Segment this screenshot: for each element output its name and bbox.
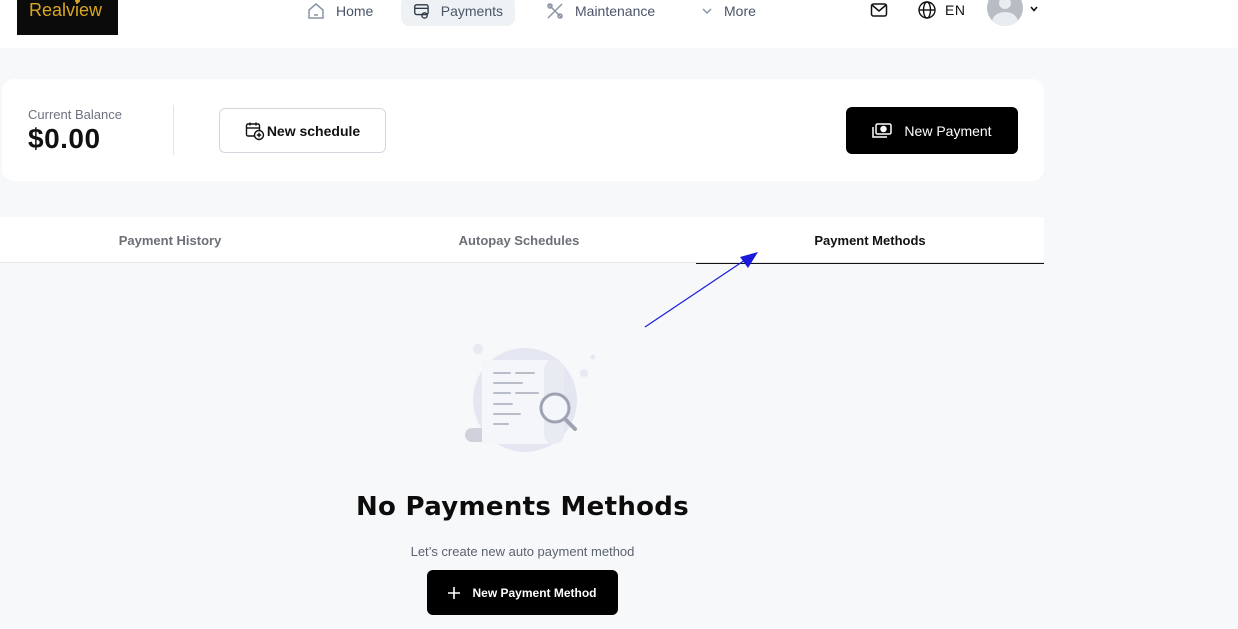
cash-icon (872, 122, 893, 138)
nav-item-more[interactable]: More (700, 0, 756, 26)
chevron-down-icon (702, 8, 712, 15)
nav-item-home[interactable]: Home (306, 0, 373, 26)
new-schedule-button[interactable]: New schedule (219, 108, 386, 153)
avatar-body (992, 12, 1018, 26)
new-payment-label: New Payment (904, 122, 992, 139)
new-payment-method-button[interactable]: New Payment Method (427, 570, 618, 615)
new-schedule-label: New schedule (266, 122, 361, 139)
calendar-add-icon (245, 122, 265, 140)
tab-payment-history[interactable]: Payment History (0, 217, 340, 263)
empty-state-subtitle: Let’s create new auto payment method (410, 544, 635, 559)
brand-logo[interactable]: Realview (17, 0, 118, 35)
top-navbar: Realview Home Payments Maintenance More … (0, 0, 1238, 48)
globe-icon (918, 1, 936, 19)
language-selector[interactable]: EN (917, 0, 965, 20)
avatar[interactable] (987, 0, 1023, 26)
payments-icon (414, 4, 429, 19)
new-payment-method-label: New Payment Method (472, 585, 597, 600)
tools-icon (547, 3, 563, 19)
avatar-head (999, 0, 1011, 9)
language-label: EN (945, 2, 966, 18)
nav-item-payments[interactable]: Payments (401, 0, 515, 26)
nav-item-maintenance-label: Maintenance (575, 3, 656, 19)
mail-icon[interactable] (869, 0, 889, 20)
chevron-down-icon[interactable] (1029, 4, 1039, 14)
payment-tabs: Payment History Autopay Schedules Paymen… (0, 217, 1044, 264)
home-icon (308, 3, 324, 19)
tab-payment-methods[interactable]: Payment Methods (696, 217, 1044, 264)
balance-card: Current Balance $0.00 New schedule New P… (2, 79, 1044, 181)
nav-item-home-label: Home (336, 3, 374, 19)
empty-state-title: No Payments Methods (355, 492, 689, 522)
plus-icon (448, 586, 461, 599)
nav-item-payments-label: Payments (440, 3, 503, 19)
nav-item-more-label: More (724, 3, 756, 19)
tab-autopay-schedules[interactable]: Autopay Schedules (345, 217, 693, 263)
balance-value: $0.00 (28, 123, 101, 154)
balance-divider (173, 105, 174, 155)
new-payment-button[interactable]: New Payment (846, 107, 1018, 154)
balance-label: Current Balance (28, 107, 122, 122)
logo-text: Realview (29, 0, 103, 20)
empty-document-search-illustration (465, 344, 595, 452)
nav-item-maintenance[interactable]: Maintenance (545, 0, 655, 26)
